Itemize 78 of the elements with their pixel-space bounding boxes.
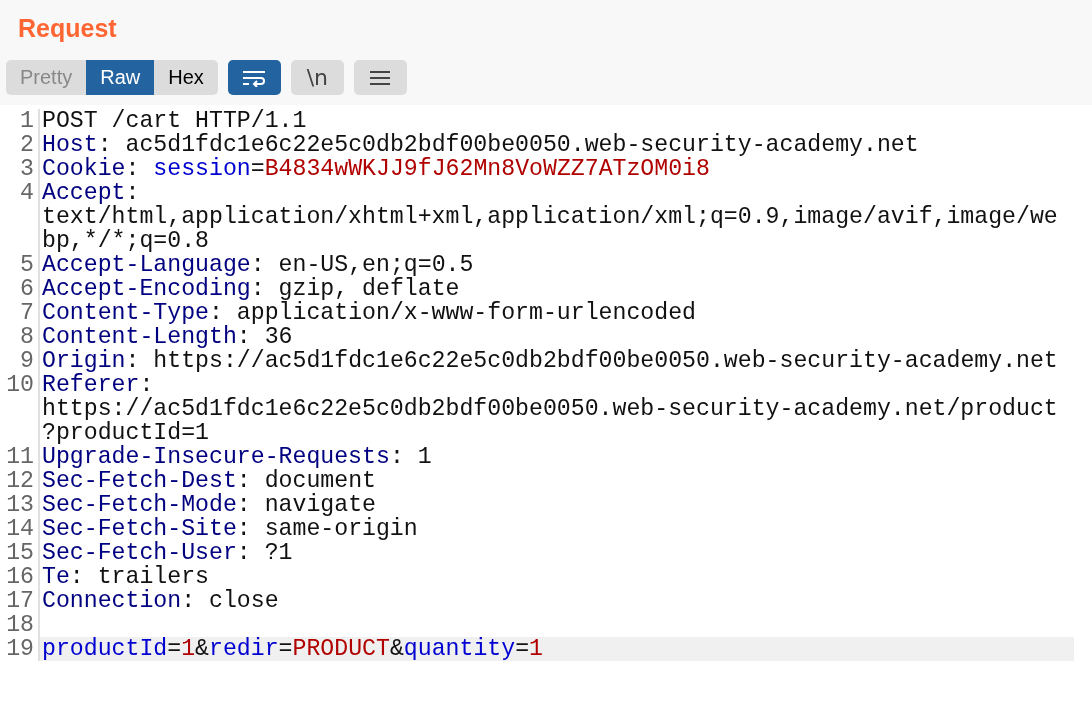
line-number: 2 xyxy=(19,133,35,157)
param-value: PRODUCT xyxy=(292,636,390,662)
code-text: : 1 xyxy=(389,444,432,470)
param-name: redir xyxy=(209,636,279,662)
code-text: = xyxy=(515,636,530,662)
code-text: = xyxy=(278,636,293,662)
code-text: : document xyxy=(236,468,376,494)
line-number: 3 xyxy=(19,157,35,181)
line-number: 8 xyxy=(19,325,35,349)
param-name: session xyxy=(153,156,251,182)
code-text: : navigate xyxy=(236,492,376,518)
code-text: : ?1 xyxy=(236,540,293,566)
view-tab[interactable]: Hex xyxy=(154,60,218,95)
line-number: 16 xyxy=(5,565,35,589)
code-text: bp,*/*;q=0.8 xyxy=(42,228,209,254)
menu-button[interactable] xyxy=(353,60,407,95)
code-text: : xyxy=(139,372,154,398)
header-name: Origin xyxy=(42,348,126,374)
code-text: & xyxy=(389,636,404,662)
param-name: productId xyxy=(42,636,168,662)
line-number: 13 xyxy=(5,493,35,517)
line-number: 7 xyxy=(19,301,35,325)
header-name: Sec-Fetch-Site xyxy=(42,516,237,542)
line-number: 18 xyxy=(5,613,35,637)
code-text: : xyxy=(125,156,140,182)
code-text: : xyxy=(125,180,140,206)
header-name: Te xyxy=(42,564,70,590)
code-text: : application/x-www-form-urlencoded xyxy=(209,300,696,326)
line-number: 12 xyxy=(5,469,35,493)
line-number: 11 xyxy=(5,445,35,469)
code-text: : ac5d1fdc1e6c22e5c0db2bdf00be0050.web-security-academy.net xyxy=(97,132,919,158)
param-value: 1 xyxy=(181,636,196,662)
wrap-lines-icon xyxy=(241,68,268,87)
newline-toggle-button[interactable]: \n xyxy=(290,60,344,95)
header-name: Referer xyxy=(42,372,140,398)
line-number: 15 xyxy=(5,541,35,565)
header-name: Accept xyxy=(42,180,126,206)
param-name: quantity xyxy=(403,636,516,662)
view-tab[interactable]: Raw xyxy=(86,60,155,95)
header-name: Upgrade-Insecure-Requests xyxy=(42,444,390,470)
code-text: : en-US,en;q=0.5 xyxy=(250,252,474,278)
panel-title: Request xyxy=(18,13,118,44)
line-number: 19 xyxy=(5,637,35,661)
menu-icon xyxy=(369,69,392,86)
code-text: : trailers xyxy=(69,564,209,590)
code-text: = xyxy=(250,156,265,182)
code-text: text/html,application/xhtml+xml,application/xml;q=0.9,image/avif,image/we xyxy=(42,204,1058,230)
code-text: : gzip, deflate xyxy=(250,276,460,302)
code-text: : close xyxy=(181,588,279,614)
line-number: 9 xyxy=(19,349,35,373)
line-number: 17 xyxy=(5,589,35,613)
line-number: 4 xyxy=(19,181,35,208)
wrap-toggle-button[interactable] xyxy=(227,60,281,95)
header-name: Sec-Fetch-User xyxy=(42,540,237,566)
code-text: : 36 xyxy=(236,324,293,350)
code-text: POST /cart HTTP/1.1 xyxy=(42,108,307,134)
line-number: 10 xyxy=(5,373,35,400)
line-number: 6 xyxy=(19,277,35,301)
header-name: Host xyxy=(42,132,98,158)
code-text: ?productId=1 xyxy=(42,420,209,446)
header-name: Content-Type xyxy=(42,300,209,326)
param-value: B4834wWKJJ9fJ62Mn8VoWZZ7ATzOM0i8 xyxy=(264,156,710,182)
code-text: = xyxy=(167,636,182,662)
header-name: Sec-Fetch-Mode xyxy=(42,492,237,518)
header-name: Content-Length xyxy=(42,324,237,350)
header-name: Connection xyxy=(42,588,182,614)
code-text: : https://ac5d1fdc1e6c22e5c0db2bdf00be0050.web-security-academy.net xyxy=(125,348,1058,374)
code-text: : same-origin xyxy=(236,516,418,542)
param-value: 1 xyxy=(529,636,543,662)
header-name: Accept-Encoding xyxy=(42,276,251,302)
line-number: 14 xyxy=(5,517,35,541)
line-number: 1 xyxy=(19,109,35,133)
code-text: https://ac5d1fdc1e6c22e5c0db2bdf00be0050.web-security-academy.net/product xyxy=(42,396,1058,422)
header-name: Cookie xyxy=(42,156,126,182)
code-text: & xyxy=(195,636,209,662)
header-name: Accept-Language xyxy=(42,252,251,278)
line-number: 5 xyxy=(19,253,35,277)
header-name: Sec-Fetch-Dest xyxy=(42,468,237,494)
